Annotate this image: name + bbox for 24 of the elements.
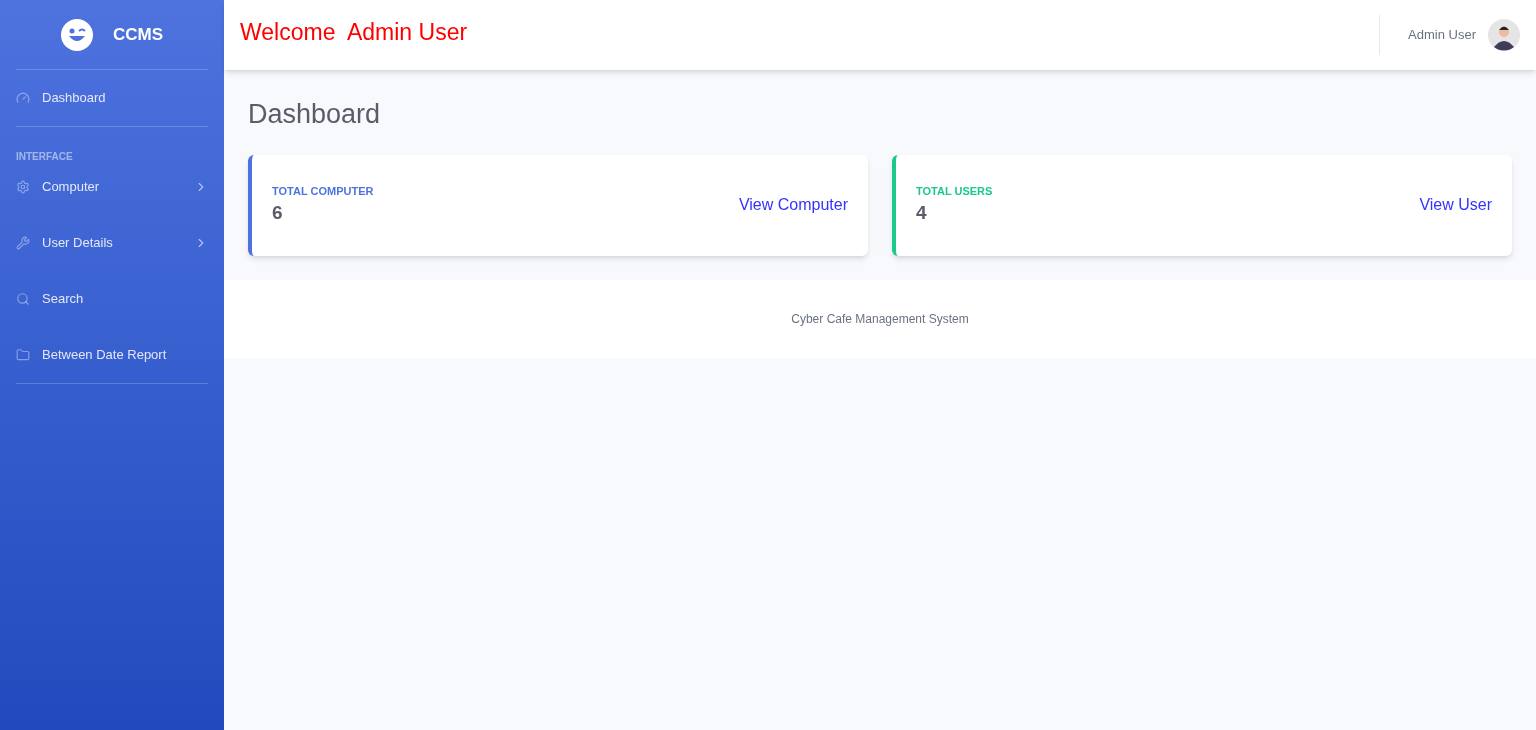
gear-icon (16, 180, 30, 194)
sidebar-item[interactable]: User Details (16, 215, 208, 271)
sidebar-heading: INTERFACE (16, 151, 73, 162)
folder-icon (16, 348, 30, 362)
page-title: Dashboard (248, 98, 382, 131)
gauge-icon (16, 91, 30, 105)
search-icon (16, 292, 30, 306)
stat-label: TOTAL COMPUTER (272, 183, 374, 199)
welcome-text: Welcome Admin User (240, 18, 468, 47)
sidebar-item[interactable]: Search (16, 271, 208, 327)
view-link[interactable]: View User (1419, 193, 1492, 217)
stat-label: TOTAL USERS (916, 183, 993, 199)
sidebar-item[interactable]: Computer (16, 159, 208, 215)
avatar-icon[interactable] (1488, 19, 1520, 51)
brand-name: CCMS (112, 23, 164, 46)
view-link[interactable]: View Computer (738, 193, 848, 217)
sidebar-item[interactable]: Dashboard (16, 70, 208, 126)
sidebar-item[interactable]: Between Date Report (16, 327, 208, 383)
footer-text: Cyber Cafe Management System (791, 310, 969, 328)
stat-value: 4 (916, 201, 928, 225)
stat-value: 6 (272, 201, 284, 225)
user-name[interactable]: Admin User (1408, 25, 1476, 45)
wrench-icon (16, 236, 30, 250)
smiley-logo-icon (60, 18, 93, 51)
